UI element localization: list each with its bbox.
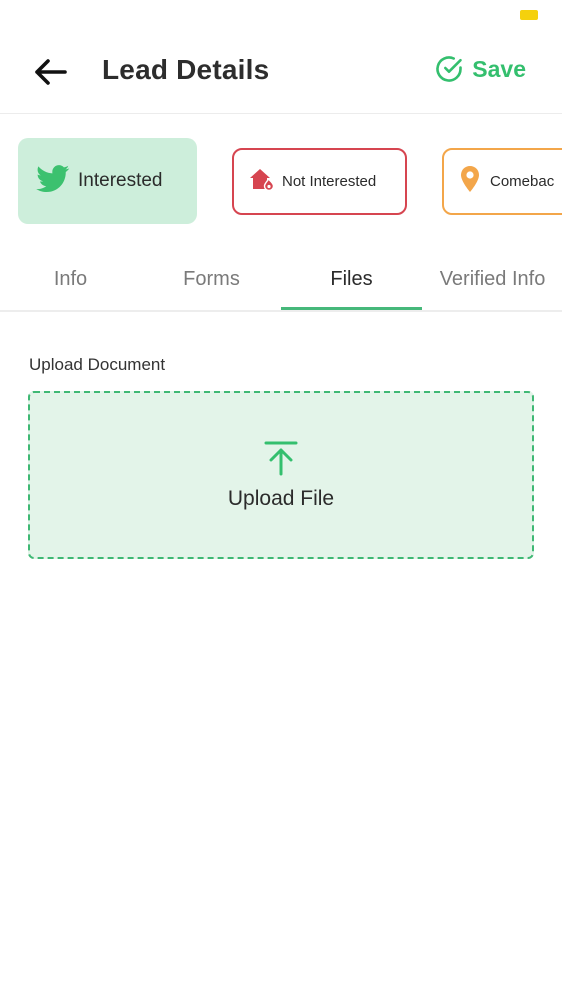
back-arrow-icon	[35, 59, 67, 85]
status-chip-row: Interested Not Interested Comebac	[0, 114, 562, 248]
upload-arrow-icon	[264, 440, 298, 481]
save-button[interactable]: Save	[434, 54, 526, 84]
tab-bar: Info Forms Files Verified Info	[0, 248, 562, 312]
twitter-bird-icon	[36, 164, 70, 198]
active-tab-indicator	[281, 307, 422, 310]
upload-file-label: Upload File	[227, 486, 335, 510]
chip-not-interested-label: Not Interested	[282, 173, 377, 190]
chip-not-interested[interactable]: Not Interested	[232, 148, 407, 215]
tab-info[interactable]: Info	[0, 248, 141, 310]
save-label: Save	[472, 55, 526, 82]
page-title: Lead Details	[102, 54, 270, 85]
chip-comeback[interactable]: Comebac	[442, 148, 562, 215]
status-bar	[0, 0, 562, 28]
tab-forms[interactable]: Forms	[141, 248, 282, 310]
header: Lead Details Save	[0, 28, 562, 114]
battery-icon	[520, 10, 538, 20]
check-circle-icon	[436, 56, 463, 82]
chip-interested-label: Interested	[78, 170, 163, 191]
tab-files[interactable]: Files	[281, 248, 422, 310]
upload-document-label: Upload Document	[29, 355, 166, 374]
back-button[interactable]	[30, 52, 70, 92]
chip-comeback-label: Comebac	[490, 173, 555, 190]
tab-verified-info[interactable]: Verified Info	[422, 248, 562, 310]
chip-interested[interactable]: Interested	[18, 138, 197, 224]
location-pin-icon	[460, 165, 480, 198]
upload-file-dropzone[interactable]: Upload File	[28, 391, 534, 559]
house-fire-icon	[248, 167, 276, 196]
